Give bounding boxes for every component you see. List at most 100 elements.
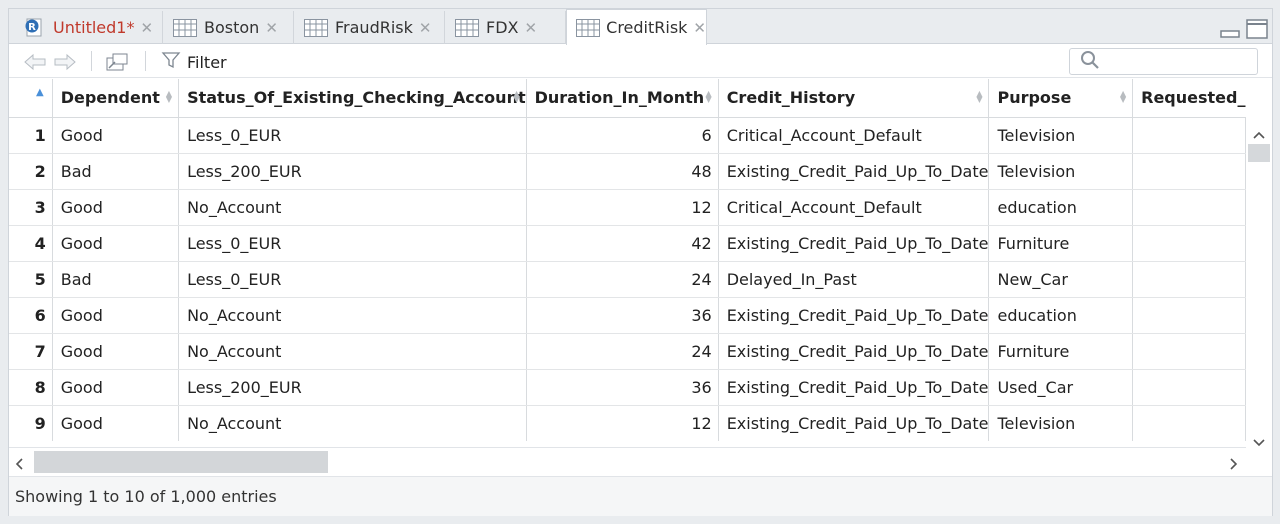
table-cell: Critical_Account_Default: [718, 189, 990, 226]
table-cell: Bad: [52, 153, 180, 190]
sort-icon: ▲ ▼: [165, 89, 173, 104]
r-script-icon: R: [21, 18, 47, 38]
table-cell: Less_200_EUR: [178, 153, 527, 190]
horizontal-scroll-thumb[interactable]: [34, 451, 328, 473]
table-cell: 24: [526, 261, 719, 298]
table-cell: Television: [988, 405, 1134, 441]
tab-label: CreditRisk: [606, 18, 688, 37]
table-cell: education: [988, 297, 1134, 334]
table-cell: Existing_Credit_Paid_Up_To_Date: [718, 297, 990, 334]
row-index: 9: [9, 405, 53, 441]
table-icon: [172, 18, 198, 38]
table-row: 9 Good No_Account 12 Existing_Credit_Pai…: [9, 405, 1246, 441]
filter-icon: [161, 51, 181, 73]
table-row: 6 Good No_Account 36 Existing_Credit_Pai…: [9, 297, 1246, 334]
column-header-purpose[interactable]: Purpose ▲ ▼: [988, 79, 1134, 118]
sort-icon: ▲ ▼: [513, 89, 520, 104]
tab-fdx[interactable]: FDX ✕: [446, 11, 566, 44]
table-cell: 36: [526, 297, 719, 334]
row-index: 1: [9, 117, 53, 154]
tab-creditrisk[interactable]: CreditRisk ✕: [566, 9, 707, 45]
table-cell: Critical_Account_Default: [718, 117, 990, 154]
tab-boston[interactable]: Boston ✕: [164, 11, 294, 44]
table-row: 4 Good Less_0_EUR 42 Existing_Credit_Pai…: [9, 225, 1246, 262]
search-input[interactable]: [1108, 53, 1248, 70]
table-cell: Television: [988, 117, 1134, 154]
tab-untitled1[interactable]: R Untitled1* ✕: [13, 11, 163, 44]
close-icon[interactable]: ✕: [265, 19, 278, 37]
table-cell: [1132, 405, 1246, 441]
forward-arrow-icon[interactable]: [53, 51, 77, 73]
window-controls: [1220, 19, 1268, 43]
row-index: 2: [9, 153, 53, 190]
maximize-icon[interactable]: [1246, 19, 1268, 43]
close-icon[interactable]: ✕: [693, 19, 706, 37]
tab-label: Boston: [204, 18, 260, 37]
table-cell: 42: [526, 225, 719, 262]
table-cell: Television: [988, 153, 1134, 190]
table-cell: New_Car: [988, 261, 1134, 298]
horizontal-scrollbar[interactable]: [9, 447, 1246, 475]
column-header-status[interactable]: Status_Of_Existing_Checking_Account ▲ ▼: [178, 79, 527, 118]
table-cell: Good: [52, 333, 180, 370]
table-cell: Good: [52, 189, 180, 226]
table-cell: [1132, 261, 1246, 298]
row-index-header[interactable]: ▲: [9, 79, 53, 118]
table-cell: Less_0_EUR: [178, 261, 527, 298]
table-cell: Furniture: [988, 333, 1134, 370]
data-table: ▲ Dependent ▲ ▼ Status_Of_Existing_Checkin…: [9, 79, 1246, 441]
row-index: 6: [9, 297, 53, 334]
toolbar-divider: [145, 51, 146, 71]
table-cell: [1132, 297, 1246, 334]
chevron-right-icon[interactable]: [1229, 456, 1239, 475]
sort-icon: ▲ ▼: [976, 89, 983, 104]
toolbar-divider: [91, 51, 92, 71]
vertical-scrollbar[interactable]: [1246, 119, 1272, 447]
row-index: 7: [9, 333, 53, 370]
table-cell: Less_200_EUR: [178, 369, 527, 406]
data-viewer-window: R Untitled1* ✕ Boston ✕ FraudRisk ✕ FDX …: [8, 8, 1273, 516]
search-box[interactable]: [1069, 48, 1258, 75]
popout-window-icon[interactable]: [105, 51, 129, 73]
chevron-down-icon[interactable]: [1252, 433, 1266, 452]
table-cell: No_Account: [178, 189, 527, 226]
back-arrow-icon[interactable]: [23, 51, 47, 73]
table-icon: [303, 18, 329, 38]
minimize-icon[interactable]: [1220, 19, 1240, 43]
table-cell: Used_Car: [988, 369, 1134, 406]
chevron-up-icon[interactable]: [1252, 125, 1266, 144]
table-row: 8 Good Less_200_EUR 36 Existing_Credit_P…: [9, 369, 1246, 406]
tab-fraudrisk[interactable]: FraudRisk ✕: [295, 11, 445, 44]
tab-label: FDX: [486, 18, 519, 37]
table-row: 7 Good No_Account 24 Existing_Credit_Pai…: [9, 333, 1246, 370]
column-header-requested[interactable]: Requested_: [1132, 79, 1246, 118]
table-cell: [1132, 333, 1246, 370]
column-header-credit-history[interactable]: Credit_History ▲ ▼: [718, 79, 990, 118]
close-icon[interactable]: ✕: [524, 19, 537, 37]
row-index: 5: [9, 261, 53, 298]
column-header-dependent[interactable]: Dependent ▲ ▼: [52, 79, 180, 118]
row-index: 8: [9, 369, 53, 406]
vertical-scroll-thumb[interactable]: [1248, 144, 1270, 162]
table-cell: Existing_Credit_Paid_Up_To_Date: [718, 369, 990, 406]
table-cell: [1132, 369, 1246, 406]
table-cell: Bad: [52, 261, 180, 298]
close-icon[interactable]: ✕: [419, 19, 432, 37]
status-bar: Showing 1 to 10 of 1,000 entries: [9, 476, 1272, 516]
filter-button[interactable]: Filter: [161, 51, 227, 73]
filter-label: Filter: [187, 52, 227, 72]
tab-bar: R Untitled1* ✕ Boston ✕ FraudRisk ✕ FDX …: [9, 9, 1272, 45]
table-cell: No_Account: [178, 333, 527, 370]
search-icon: [1080, 50, 1100, 74]
header-row: ▲ Dependent ▲ ▼ Status_Of_Existing_Checkin…: [9, 79, 1246, 118]
close-icon[interactable]: ✕: [140, 19, 153, 37]
column-header-duration[interactable]: Duration_In_Month ▲ ▼: [526, 79, 719, 118]
table-row: 1 Good Less_0_EUR 6 Critical_Account_Def…: [9, 117, 1246, 154]
table-icon: [454, 18, 480, 38]
svg-text:R: R: [28, 22, 36, 33]
table-cell: [1132, 117, 1246, 154]
table-cell: 24: [526, 333, 719, 370]
table-cell: [1132, 225, 1246, 262]
table-cell: Existing_Credit_Paid_Up_To_Date: [718, 333, 990, 370]
chevron-left-icon[interactable]: [14, 456, 24, 475]
